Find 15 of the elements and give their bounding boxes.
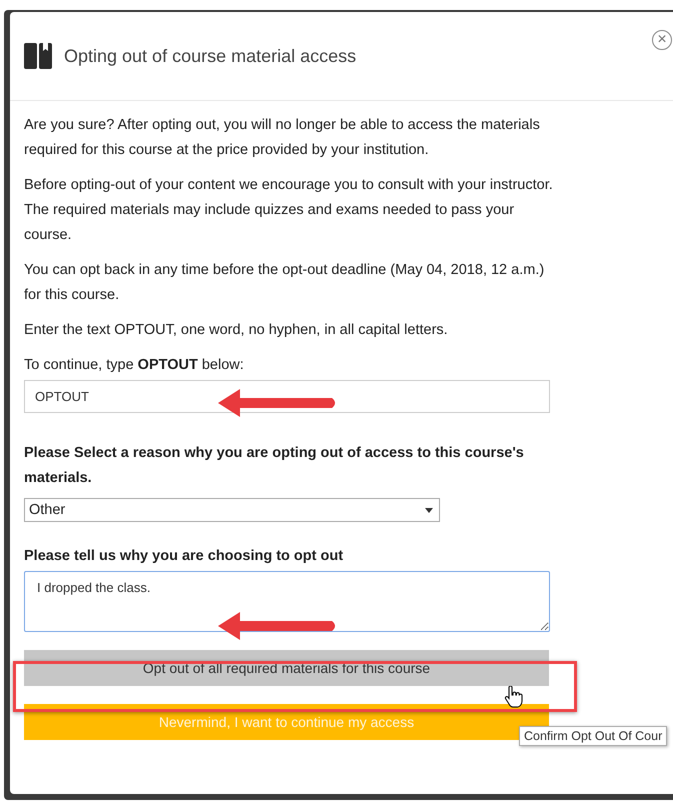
dialog-title: Opting out of course material access	[64, 46, 356, 66]
paragraph: Enter the text OPTOUT, one word, no hyphen, in all capital letters.	[24, 321, 449, 340]
close-button[interactable]: ×	[652, 30, 672, 50]
select-label: Please Select a reason why you are opting out of access to this course's materials.	[24, 444, 525, 488]
book-icon	[24, 43, 52, 69]
paragraph: Before opting-out of your content we encourage you to consult with your instructor. The required materials may include quizzes and exams needed to pass your course.	[24, 176, 554, 245]
paragraph: You can opt back in any time before the opt-out deadline (May 04, 2018, 12 a.m.) for this course.	[24, 261, 546, 305]
reason-dropdown[interactable]: Other	[24, 498, 440, 522]
paragraph: Are you sure? After opting out, you will no longer be able to access the materials required for this course at the price provided by your institution.	[24, 116, 541, 160]
field-label: To continue, type OPTOUT below:	[24, 356, 245, 375]
hand-cursor-icon	[503, 686, 523, 708]
reason-text-area[interactable]: I dropped the class.	[24, 571, 550, 632]
confirm-input-field[interactable]: OPTOUT	[24, 380, 550, 413]
textarea-label: Please tell us why you are choosing to opt out	[24, 547, 344, 566]
tooltip: Confirm Opt Out Of Cour	[519, 726, 668, 746]
